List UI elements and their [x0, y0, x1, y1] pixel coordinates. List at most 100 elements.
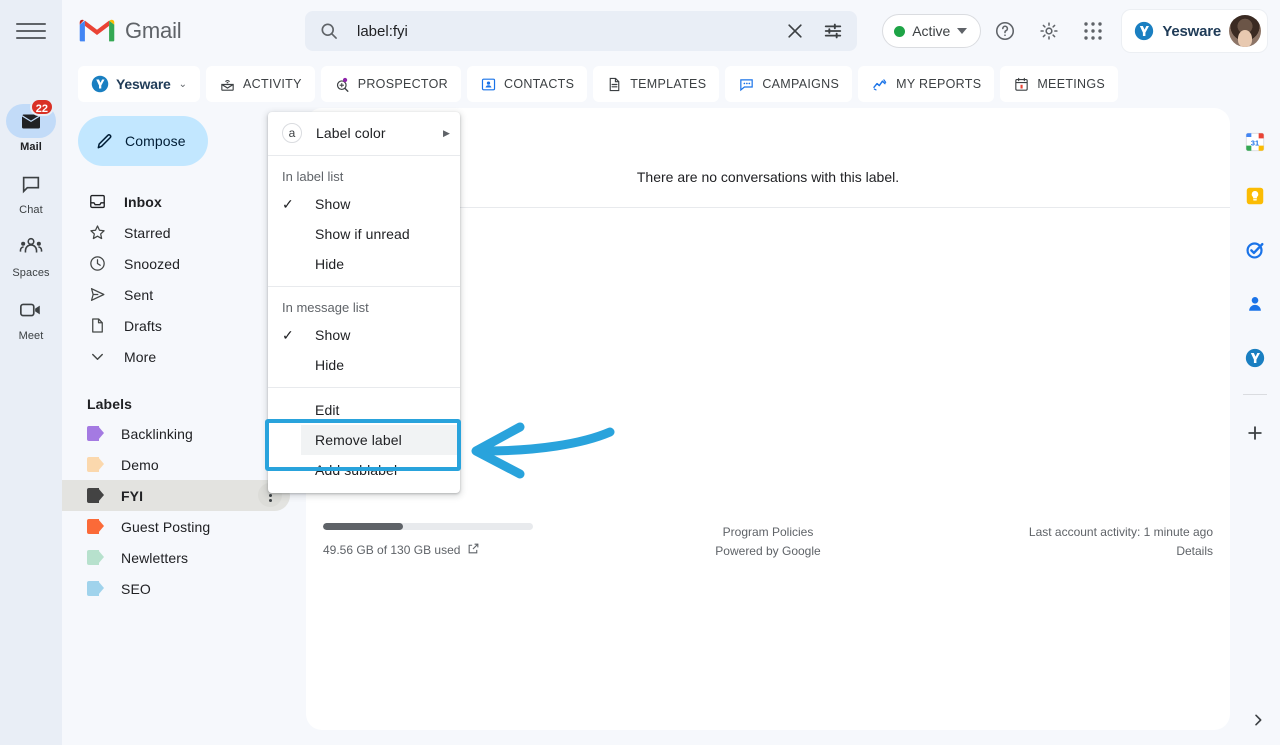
rail-item-spaces-label: Spaces: [12, 267, 49, 279]
sidebar-item-drafts[interactable]: Drafts: [62, 310, 290, 341]
rail-item-chat-label: Chat: [19, 204, 43, 216]
divider: [268, 155, 460, 156]
google-keep-icon[interactable]: [1235, 176, 1275, 216]
sidebar-item-more[interactable]: More: [62, 341, 290, 372]
sidebar-label-demo-label: Demo: [121, 457, 159, 473]
status-badge[interactable]: Active: [882, 14, 981, 48]
menu-item-label-list-show-if-unread[interactable]: Show if unread: [268, 219, 460, 249]
divider: [268, 387, 460, 388]
help-icon[interactable]: [985, 11, 1025, 51]
label-color-swatch-icon: [87, 581, 104, 596]
rail-item-mail-label: Mail: [20, 141, 42, 153]
toolbar-campaigns-button[interactable]: CAMPAIGNS: [725, 66, 852, 102]
menu-item-edit-label: Edit: [315, 402, 340, 418]
sidebar-label-backlinking[interactable]: Backlinking: [62, 418, 290, 449]
send-icon: [87, 285, 107, 305]
label-color-swatch-icon: [87, 426, 104, 441]
gmail-logo[interactable]: Gmail: [78, 17, 268, 45]
sidebar-item-sent-label: Sent: [124, 287, 153, 303]
menu-item-label-color[interactable]: a Label color ▶: [268, 118, 460, 148]
app-header: Gmail Active: [62, 0, 1280, 62]
search-bar[interactable]: [305, 11, 857, 51]
sidebar-label-newletters-label: Newletters: [121, 550, 188, 566]
sidebar-item-inbox[interactable]: Inbox: [62, 186, 290, 217]
sidebar-label-guest-posting[interactable]: Guest Posting: [62, 511, 290, 542]
toolbar-templates-label: TEMPLATES: [630, 77, 706, 91]
search-options-icon[interactable]: [821, 19, 845, 43]
search-input[interactable]: [355, 22, 783, 41]
google-calendar-icon[interactable]: 31: [1235, 122, 1275, 162]
svg-text:31: 31: [1251, 138, 1259, 147]
sidebar-label-fyi-label: FYI: [121, 488, 143, 504]
rail-item-meet-label: Meet: [19, 330, 44, 342]
menu-item-message-list-hide[interactable]: Hide: [268, 350, 460, 380]
sidebar-item-snoozed[interactable]: Snoozed: [62, 248, 290, 279]
check-icon: ✓: [282, 327, 300, 344]
rail-item-chat[interactable]: Chat: [2, 167, 60, 216]
compose-label: Compose: [125, 133, 186, 149]
yesware-logo-icon: [1134, 21, 1154, 41]
sidebar-label-newletters[interactable]: Newletters: [62, 542, 290, 573]
sidebar-item-more-label: More: [124, 349, 156, 365]
label-color-swatch-icon: [87, 519, 104, 534]
apps-grid-icon[interactable]: [1073, 11, 1113, 51]
account-button[interactable]: Yesware: [1121, 9, 1268, 53]
menu-item-label-list-hide-label: Hide: [315, 256, 344, 272]
toolbar-prospector-label: PROSPECTOR: [358, 77, 448, 91]
program-policies-link[interactable]: Program Policies: [723, 525, 814, 539]
google-contacts-icon[interactable]: [1235, 284, 1275, 324]
menu-item-add-sublabel[interactable]: Add sublabel: [301, 455, 460, 485]
google-tasks-icon[interactable]: [1235, 230, 1275, 270]
yesware-menu-button[interactable]: Yesware ⌄: [78, 66, 200, 102]
rail-item-mail[interactable]: 22 Mail: [2, 104, 60, 153]
sidebar-item-starred[interactable]: Starred: [62, 217, 290, 248]
toolbar-campaigns-label: CAMPAIGNS: [762, 77, 839, 91]
sidebar-label-guest-posting-label: Guest Posting: [121, 519, 210, 535]
toolbar-templates-button[interactable]: TEMPLATES: [593, 66, 719, 102]
gear-icon[interactable]: [1029, 11, 1069, 51]
sidebar-label-seo-label: SEO: [121, 581, 151, 597]
menu-item-label-color-label: Label color: [316, 125, 386, 141]
side-panel: 31: [1230, 108, 1280, 745]
sidebar-item-inbox-label: Inbox: [124, 194, 162, 210]
footer-account-activity: Last account activity: 1 minute ago Deta…: [1029, 523, 1213, 561]
toolbar-activity-button[interactable]: ACTIVITY: [206, 66, 315, 102]
label-color-a-icon: a: [282, 123, 302, 143]
divider: [268, 286, 460, 287]
yesware-icon[interactable]: [1235, 338, 1275, 378]
menu-item-label-list-show[interactable]: ✓ Show: [268, 189, 460, 219]
gmail-window: 22 Mail Chat: [0, 0, 1280, 745]
clock-icon: [87, 254, 107, 274]
sidebar-label-seo[interactable]: SEO: [62, 573, 290, 604]
menu-section-in-message-list: In message list: [268, 294, 460, 320]
sidebar-label-demo[interactable]: Demo: [62, 449, 290, 480]
mail-icon: 22: [6, 104, 56, 138]
label-color-swatch-icon: [87, 457, 104, 472]
sidebar-item-sent[interactable]: Sent: [62, 279, 290, 310]
toolbar-prospector-button[interactable]: PROSPECTOR: [321, 66, 461, 102]
menu-item-remove-label[interactable]: Remove label: [301, 425, 460, 455]
plus-icon[interactable]: [1235, 413, 1275, 453]
toolbar-contacts-button[interactable]: CONTACTS: [467, 66, 587, 102]
main-menu-icon[interactable]: [16, 18, 46, 44]
yesware-toolbar: Yesware ⌄ ACTIVITY PROSPECTOR: [78, 66, 1118, 102]
avatar[interactable]: [1229, 15, 1261, 47]
toolbar-meetings-button[interactable]: MEETINGS: [1000, 66, 1118, 102]
activity-envelope-icon: [219, 76, 236, 93]
rail-item-spaces[interactable]: Spaces: [2, 230, 60, 279]
meetings-calendar-icon: [1013, 76, 1030, 93]
gmail-wordmark: Gmail: [125, 18, 181, 44]
compose-button[interactable]: Compose: [78, 116, 208, 166]
expand-side-panel-icon[interactable]: [1250, 712, 1266, 733]
menu-section-in-label-list: In label list: [268, 163, 460, 189]
menu-item-message-list-show[interactable]: ✓ Show: [268, 320, 460, 350]
close-icon[interactable]: [783, 19, 807, 43]
menu-item-edit[interactable]: Edit: [301, 395, 460, 425]
menu-item-label-list-hide[interactable]: Hide: [268, 249, 460, 279]
label-color-swatch-icon: [87, 488, 104, 503]
sidebar-label-fyi[interactable]: FYI: [62, 480, 290, 511]
menu-item-remove-label-label: Remove label: [315, 432, 402, 448]
toolbar-my-reports-button[interactable]: MY REPORTS: [858, 66, 994, 102]
details-link[interactable]: Details: [1176, 544, 1213, 558]
rail-item-meet[interactable]: Meet: [2, 293, 60, 342]
